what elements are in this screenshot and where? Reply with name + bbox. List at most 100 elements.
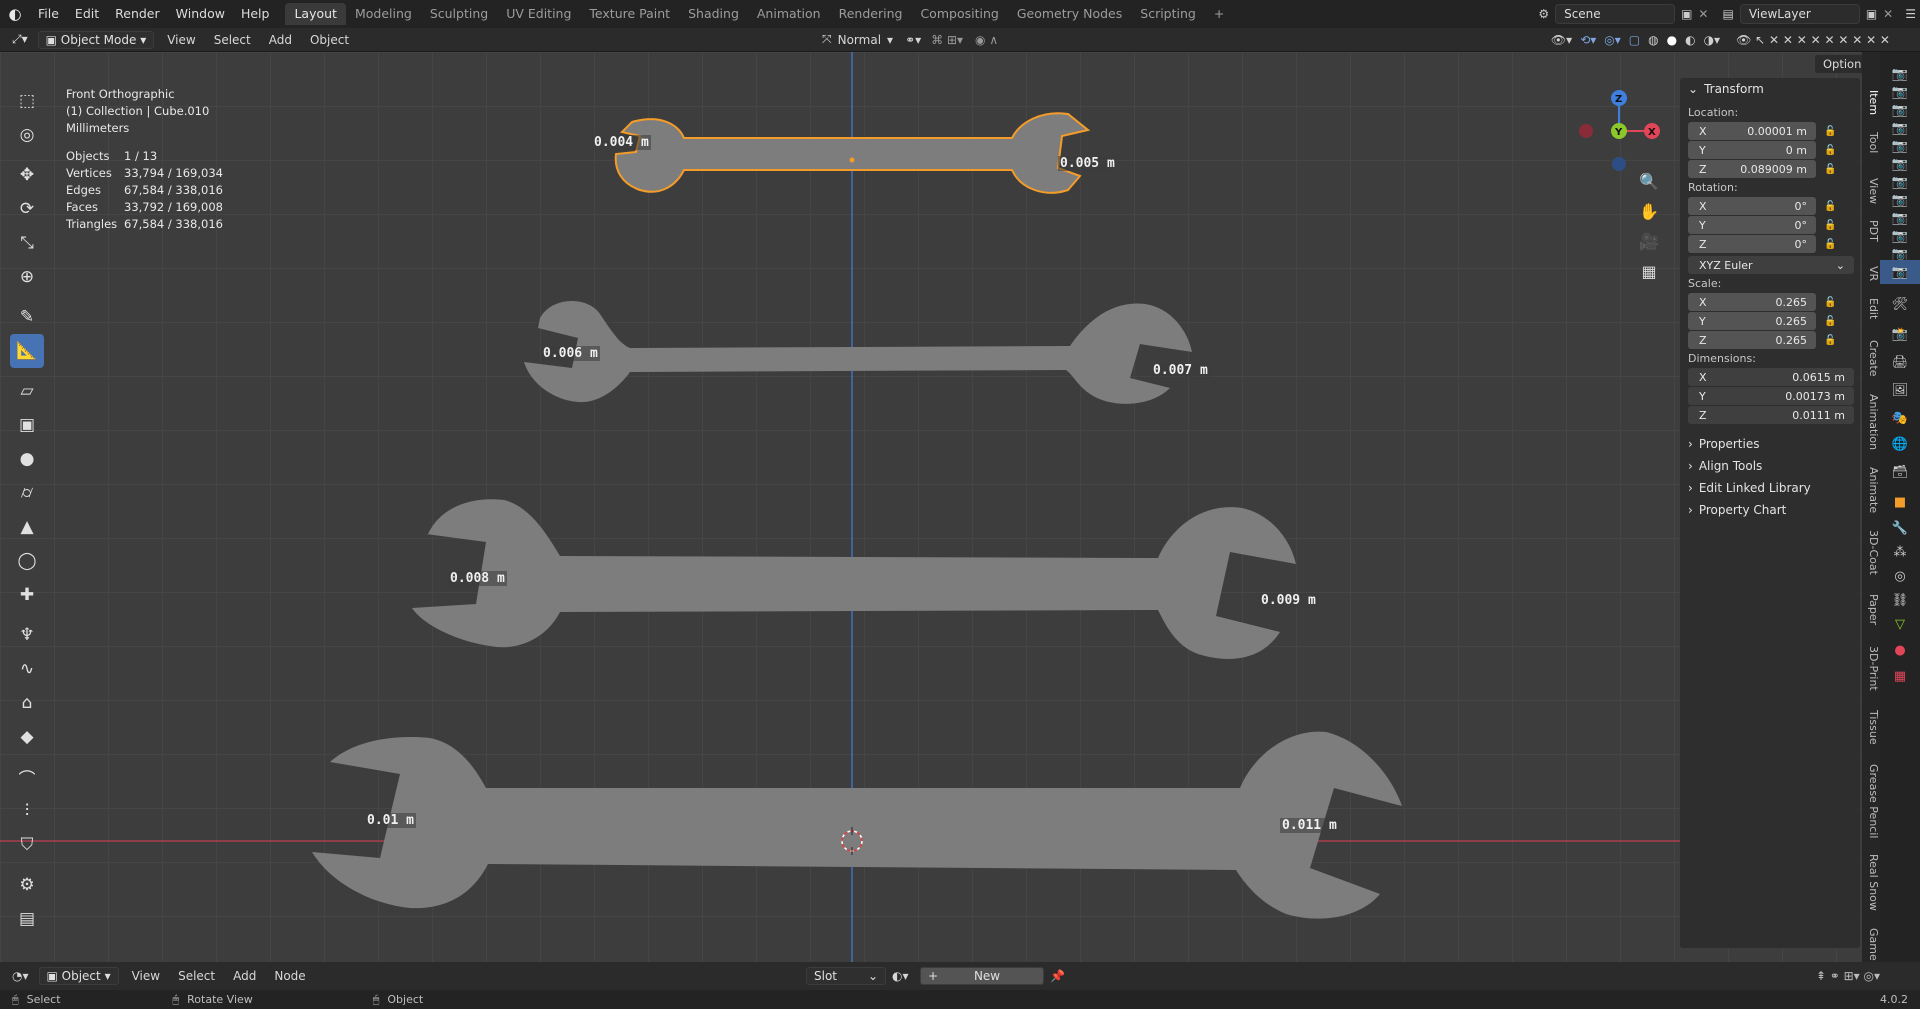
viewlayer-field[interactable]: ViewLayer: [1739, 4, 1860, 24]
tab-uv-editing[interactable]: UV Editing: [497, 3, 580, 25]
viewlayer-icon[interactable]: ▤: [1722, 7, 1733, 21]
add-arc-tool-icon[interactable]: ⌒: [10, 760, 44, 794]
add-mesh-tool-icon[interactable]: ⌂: [10, 686, 44, 720]
particles-properties-icon[interactable]: ⁂: [1880, 540, 1920, 564]
side-tab-3d-coat[interactable]: 3D-Coat: [1862, 530, 1880, 575]
location-z-field[interactable]: Z 0.089009 m: [1688, 160, 1816, 178]
view-layer-properties-icon[interactable]: 🖼: [1880, 378, 1920, 402]
edit-linked-library-section-header[interactable]: › Edit Linked Library: [1680, 477, 1860, 499]
add-cylinder-tool-icon[interactable]: ⌭: [10, 476, 44, 510]
scene-field[interactable]: Scene: [1555, 4, 1676, 24]
menu-file[interactable]: File: [30, 0, 67, 28]
add-torus-tool-icon[interactable]: ◯: [10, 544, 44, 578]
scale-tool-icon[interactable]: ⤡: [10, 226, 44, 260]
editor-type-icon[interactable]: ◔▾: [0, 969, 35, 983]
modifier-properties-icon[interactable]: 🔧: [1880, 516, 1920, 540]
side-tab-pdt[interactable]: PDT: [1862, 220, 1880, 242]
add-plane-tool-icon[interactable]: ▱: [10, 374, 44, 408]
side-tab-3d-print[interactable]: 3D-Print: [1862, 646, 1880, 691]
tab-shading[interactable]: Shading: [679, 3, 748, 25]
collection-properties-icon[interactable]: 🗃: [1880, 460, 1920, 484]
side-tab-animation[interactable]: Animation: [1862, 394, 1880, 450]
wrench-4[interactable]: [312, 731, 1402, 919]
lock-icon[interactable]: 🔓: [1824, 201, 1842, 212]
rotate-tool-icon[interactable]: ⟳: [10, 192, 44, 226]
scene-properties-icon[interactable]: 🎭: [1880, 406, 1920, 430]
scene-copy-icon[interactable]: ▣: [1681, 7, 1692, 21]
lock-icon[interactable]: 🔓: [1824, 164, 1842, 175]
physics-properties-icon[interactable]: ◎: [1880, 564, 1920, 588]
dimensions-x-field[interactable]: X 0.0615 m: [1688, 368, 1854, 386]
viewlayer-copy-icon[interactable]: ▣: [1866, 7, 1877, 21]
outliner-camera-icon[interactable]: 📷: [1880, 260, 1920, 284]
side-tab-item[interactable]: Item: [1862, 90, 1880, 115]
bottom-menu-select[interactable]: Select: [169, 969, 224, 983]
add-pipe-tool-icon[interactable]: ⫶: [10, 794, 44, 828]
pivot-icon[interactable]: ⚭▾: [905, 33, 921, 47]
lock-icon[interactable]: 🔓: [1824, 145, 1842, 156]
dimensions-z-field[interactable]: Z 0.0111 m: [1688, 406, 1854, 424]
add-custom-tool-icon[interactable]: ✚: [10, 578, 44, 612]
data-properties-icon[interactable]: ▽: [1880, 612, 1920, 636]
xray-icon[interactable]: ▢: [1629, 33, 1640, 47]
side-tab-grease-pencil[interactable]: Grease Pencil: [1862, 764, 1880, 838]
navigation-gizmo[interactable]: Z X Y: [1574, 86, 1664, 176]
render-properties-icon[interactable]: 📸: [1880, 322, 1920, 346]
lock-icon[interactable]: 🔓: [1824, 220, 1842, 231]
scale-z-field[interactable]: Z 0.265: [1688, 331, 1816, 349]
side-tab-edit[interactable]: Edit: [1862, 298, 1880, 319]
side-tab-tool[interactable]: Tool: [1862, 132, 1880, 153]
side-tab-tissue[interactable]: Tissue: [1862, 710, 1880, 745]
add-cube-tool-icon[interactable]: ▣: [10, 408, 44, 442]
header-menu-add[interactable]: Add: [260, 33, 301, 47]
constraints-properties-icon[interactable]: ⛓: [1880, 588, 1920, 612]
editor-type-icon[interactable]: ⤢▾: [0, 32, 34, 47]
menu-window[interactable]: Window: [168, 0, 233, 28]
scene-close-icon[interactable]: ✕: [1698, 7, 1708, 21]
output-properties-icon[interactable]: 🖨: [1880, 350, 1920, 374]
lock-icon[interactable]: 🔓: [1824, 126, 1842, 137]
ortho-grid-icon[interactable]: ▦: [1636, 258, 1662, 284]
slot-dropdown[interactable]: Slot ⌄: [806, 967, 886, 985]
tab-sculpting[interactable]: Sculpting: [421, 3, 497, 25]
object-properties-icon[interactable]: ■: [1880, 490, 1920, 514]
rotation-z-field[interactable]: Z 0°: [1688, 235, 1816, 253]
tab-rendering[interactable]: Rendering: [830, 3, 912, 25]
camera-view-icon[interactable]: 🎥: [1636, 228, 1662, 254]
lock-icon[interactable]: 🔓: [1824, 316, 1842, 327]
transform-section-header[interactable]: ⌄ Transform: [1680, 78, 1860, 100]
side-tab-real-snow[interactable]: Real Snow: [1862, 854, 1880, 911]
texture-properties-icon[interactable]: ▦: [1880, 664, 1920, 688]
header-menu-select[interactable]: Select: [205, 33, 260, 47]
gizmo-toggle-icon[interactable]: ⟲▾: [1580, 33, 1596, 47]
tab-geometry-nodes[interactable]: Geometry Nodes: [1008, 3, 1131, 25]
overlay-toggle-icon[interactable]: ◎▾: [1604, 33, 1621, 47]
add-sphere-tool-icon[interactable]: ●: [10, 442, 44, 476]
wireframe-shading-icon[interactable]: ◍: [1648, 33, 1658, 47]
move-tool-icon[interactable]: ✥: [10, 158, 44, 192]
measure-tool-icon[interactable]: 📐: [10, 334, 44, 368]
bottom-menu-view[interactable]: View: [123, 969, 169, 983]
pin-icon[interactable]: 📌: [1050, 969, 1065, 983]
solid-shading-icon[interactable]: ●: [1667, 33, 1677, 47]
zoom-icon[interactable]: 🔍: [1636, 168, 1662, 194]
mode-dropdown[interactable]: ▣ Object Mode ▾: [37, 30, 155, 49]
location-x-field[interactable]: X 0.00001 m: [1688, 122, 1816, 140]
tool-properties-icon[interactable]: 🛠: [1880, 292, 1920, 316]
3d-viewport[interactable]: 0.004 m 0.005 m 0.006 m 0.007 m 0.008 m …: [0, 52, 1880, 962]
pan-hand-icon[interactable]: ✋: [1636, 198, 1662, 224]
scale-x-field[interactable]: X 0.265: [1688, 293, 1816, 311]
blender-logo-icon[interactable]: ◐: [0, 5, 30, 23]
tab-animation[interactable]: Animation: [748, 3, 830, 25]
side-tab-game[interactable]: Game: [1862, 928, 1880, 961]
side-tab-view[interactable]: View: [1862, 178, 1880, 204]
new-material-button[interactable]: + New: [920, 967, 1044, 985]
side-tab-vr[interactable]: VR: [1862, 266, 1880, 281]
header-menu-view[interactable]: View: [158, 33, 204, 47]
add-block-tool-icon[interactable]: ▤: [10, 902, 44, 936]
add-bottle-tool-icon[interactable]: ⛉: [10, 828, 44, 862]
lock-icon[interactable]: 🔓: [1824, 239, 1842, 250]
property-chart-section-header[interactable]: › Property Chart: [1680, 499, 1860, 521]
tab-layout[interactable]: Layout: [285, 3, 346, 25]
tab-scripting[interactable]: Scripting: [1131, 3, 1205, 25]
